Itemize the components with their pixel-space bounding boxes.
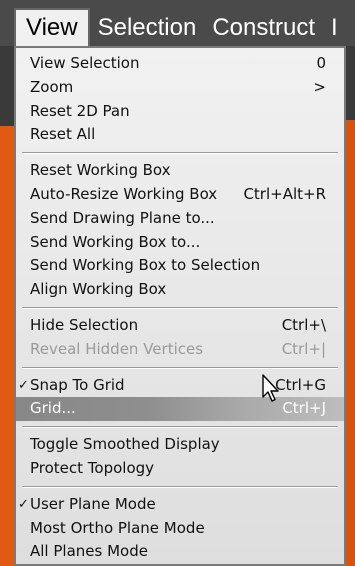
menu-item-snap-to-grid[interactable]: ✓ Snap To Grid Ctrl+G bbox=[16, 374, 344, 398]
menu-item-protect-topology[interactable]: Protect Topology bbox=[16, 457, 344, 481]
menu-item-label: Send Working Box to Selection bbox=[30, 256, 261, 275]
menu-item-label: Send Working Box to... bbox=[30, 232, 201, 251]
menu-item-hide-selection[interactable]: Hide Selection Ctrl+\ bbox=[16, 314, 344, 338]
menu-item-label: Grid... bbox=[30, 399, 76, 418]
menu-item-shortcut: Ctrl+J bbox=[282, 399, 326, 418]
menu-item-label: Zoom bbox=[30, 77, 74, 96]
menu-separator bbox=[22, 152, 338, 155]
menu-item-shortcut: 0 bbox=[316, 54, 326, 72]
menu-item-reset-working-box[interactable]: Reset Working Box bbox=[16, 159, 344, 183]
menu-item-toggle-smoothed-display[interactable]: Toggle Smoothed Display bbox=[16, 433, 344, 457]
menu-group: ✓ User Plane Mode Most Ortho Plane Mode All… bbox=[16, 493, 344, 564]
menu-item-zoom[interactable]: Zoom > bbox=[16, 76, 344, 100]
menu-item-label: Reset 2D Pan bbox=[30, 101, 130, 120]
menu-item-auto-resize-working-box[interactable]: Auto-Resize Working Box Ctrl+Alt+R bbox=[16, 183, 344, 207]
menu-item-label: Align Working Box bbox=[30, 280, 167, 299]
menu-item-view-selection[interactable]: View Selection 0 bbox=[16, 52, 344, 76]
menu-separator bbox=[22, 366, 338, 369]
menu-group: ✓ Snap To Grid Ctrl+G Grid... Ctrl+J bbox=[16, 374, 344, 422]
menu-item-label: Reset All bbox=[30, 125, 96, 144]
menu-group: View Selection 0 Zoom > Reset 2D Pan Reset Al… bbox=[16, 52, 344, 147]
menu-item-reveal-hidden-vertices: Reveal Hidden Vertices Ctrl+| bbox=[16, 338, 344, 362]
menu-item-most-ortho-plane-mode[interactable]: Most Ortho Plane Mode bbox=[16, 517, 344, 541]
menu-item-label: Protect Topology bbox=[30, 458, 155, 477]
menu-item-reset-all[interactable]: Reset All bbox=[16, 123, 344, 147]
menu-item-shortcut: Ctrl+\ bbox=[281, 315, 326, 334]
menu-item-shortcut: Ctrl+Alt+R bbox=[243, 184, 326, 203]
checkmark-icon: ✓ bbox=[18, 496, 29, 512]
mouse-pointer-icon bbox=[262, 374, 279, 402]
menu-item-shortcut: Ctrl+| bbox=[281, 339, 326, 358]
menubar-selection[interactable]: Selection bbox=[90, 10, 205, 46]
menu-item-reset-2d-pan[interactable]: Reset 2D Pan bbox=[16, 100, 344, 124]
menu-group: Hide Selection Ctrl+\ Reveal Hidden Vertic… bbox=[16, 314, 344, 362]
menu-item-grid[interactable]: Grid... Ctrl+J bbox=[16, 397, 344, 422]
menu-item-label: Toggle Smoothed Display bbox=[30, 435, 220, 454]
menu-group: Toggle Smoothed Display Protect Topology bbox=[16, 433, 344, 481]
menu-separator bbox=[22, 306, 338, 309]
menu-item-label: Most Ortho Plane Mode bbox=[30, 518, 205, 537]
menu-item-label: All Planes Mode bbox=[30, 542, 148, 561]
menubar-next[interactable]: I bbox=[323, 10, 346, 46]
menu-item-send-working-box-to-selection[interactable]: Send Working Box to Selection bbox=[16, 254, 344, 278]
menu-item-label: Hide Selection bbox=[30, 315, 139, 334]
menu-group: Reset Working Box Auto-Resize Working Box… bbox=[16, 159, 344, 302]
menu-item-label: Auto-Resize Working Box bbox=[30, 184, 218, 203]
menu-item-shortcut: Ctrl+G bbox=[275, 375, 326, 394]
menu-item-label: User Plane Mode bbox=[30, 494, 156, 513]
menu-item-label: Reset Working Box bbox=[30, 161, 171, 180]
menubar-view[interactable]: View bbox=[14, 8, 90, 48]
menu-separator bbox=[22, 485, 338, 488]
menu-item-user-plane-mode[interactable]: ✓ User Plane Mode bbox=[16, 493, 344, 517]
menu-item-send-working-box-to[interactable]: Send Working Box to... bbox=[16, 231, 344, 255]
menu-item-label: View Selection bbox=[30, 54, 140, 72]
menubar-construct[interactable]: Construct bbox=[204, 10, 323, 46]
menu-item-label: Snap To Grid bbox=[30, 375, 125, 394]
checkmark-icon: ✓ bbox=[18, 377, 29, 393]
menu-separator bbox=[22, 426, 338, 429]
menu-item-label: Send Drawing Plane to... bbox=[30, 208, 215, 227]
menu-item-send-drawing-plane-to[interactable]: Send Drawing Plane to... bbox=[16, 207, 344, 231]
menu-item-shortcut: > bbox=[313, 77, 326, 96]
menu-item-align-working-box[interactable]: Align Working Box bbox=[16, 278, 344, 302]
menu-item-all-planes-mode[interactable]: All Planes Mode bbox=[16, 540, 344, 564]
menu-item-label: Reveal Hidden Vertices bbox=[30, 339, 204, 358]
view-menu: View Selection 0 Zoom > Reset 2D Pan Reset Al… bbox=[14, 46, 346, 566]
menubar: View Selection Construct I bbox=[0, 8, 355, 48]
